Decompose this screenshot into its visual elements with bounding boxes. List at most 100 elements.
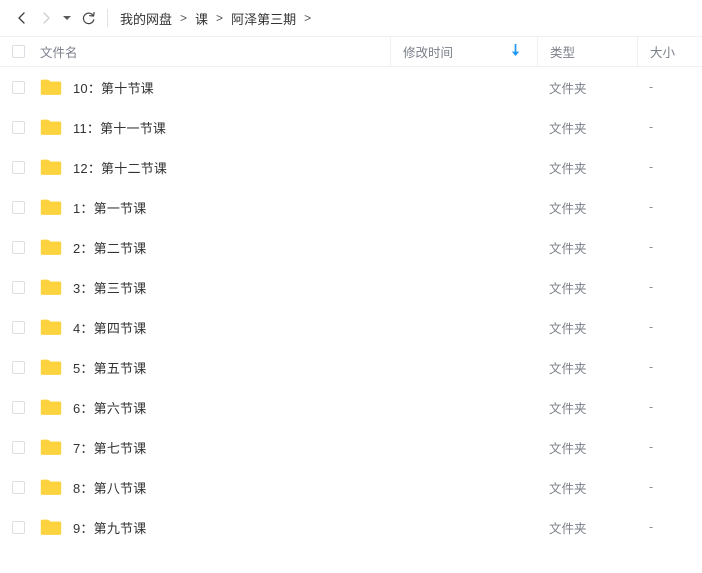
folder-icon [40,238,62,256]
row-select-cell [0,241,36,254]
row-checkbox[interactable] [12,481,25,494]
file-type-cell: 文件夹 [537,158,637,177]
file-name-cell[interactable]: 11：第十一节课 [36,118,390,137]
file-name-label: 5：第五节课 [73,358,146,377]
column-header-modified[interactable]: 修改时间 [390,36,537,67]
history-dropdown-button[interactable] [58,6,76,30]
select-all-checkbox[interactable] [12,45,25,58]
file-name-cell[interactable]: 9：第九节课 [36,518,390,537]
table-row[interactable]: 8：第八节课文件夹- [0,467,702,507]
file-name-cell[interactable]: 4：第四节课 [36,318,390,337]
file-size-cell: - [637,160,702,174]
table-row[interactable]: 2：第二节课 文件夹- [0,227,702,267]
row-checkbox[interactable] [12,321,25,334]
select-all-cell [0,45,36,58]
file-name-label: 8：第八节课 [73,478,146,497]
folder-icon [40,158,62,176]
column-header-modified-label: 修改时间 [403,42,453,61]
row-checkbox[interactable] [12,161,25,174]
file-size-cell: - [637,440,702,454]
column-header-size[interactable]: 大小 [637,36,702,67]
row-checkbox[interactable] [12,81,25,94]
caret-down-icon [63,16,71,20]
file-name-cell[interactable]: 12：第十二节课 [36,158,390,177]
file-type-cell: 文件夹 [537,358,637,377]
breadcrumb-item-current[interactable]: 阿泽第三期 [230,9,297,28]
folder-icon [40,318,62,336]
row-checkbox[interactable] [12,201,25,214]
file-type-cell: 文件夹 [537,238,637,257]
file-type-cell: 文件夹 [537,398,637,417]
file-name-label: 4：第四节课 [73,318,146,337]
file-size-cell: - [637,520,702,534]
sort-descending-button[interactable] [510,44,521,60]
file-list: 10：第十节课文件夹-11：第十一节课文件夹-12：第十二节课文件夹-1：第一节… [0,67,702,573]
folder-icon [40,398,62,416]
file-name-cell[interactable]: 7：第七节课 [36,438,390,457]
row-select-cell [0,281,36,294]
refresh-button[interactable] [76,6,100,30]
file-name-cell[interactable]: 5：第五节课 [36,358,390,377]
column-header-size-label: 大小 [650,42,675,61]
file-name-cell[interactable]: 6：第六节课 [36,398,390,417]
row-checkbox[interactable] [12,401,25,414]
breadcrumb-item-root[interactable]: 我的网盘 [119,9,173,28]
row-select-cell [0,401,36,414]
forward-button[interactable] [34,6,58,30]
navigation-toolbar: 我的网盘 > 课 > 阿泽第三期 > [0,0,702,36]
table-row[interactable]: 9：第九节课文件夹- [0,507,702,547]
file-name-cell[interactable]: 3：第三节课 [36,278,390,297]
file-name-label: 6：第六节课 [73,398,146,417]
row-select-cell [0,121,36,134]
breadcrumb-separator: > [216,11,223,25]
table-row[interactable]: 10：第十节课文件夹- [0,67,702,107]
file-name-cell[interactable]: 1：第一节课 [36,198,390,217]
column-header-type[interactable]: 类型 [537,36,637,67]
row-checkbox[interactable] [12,521,25,534]
file-type-cell: 文件夹 [537,478,637,497]
table-header-row: 文件名 修改时间 类型 大小 [0,36,702,67]
table-row[interactable]: 12：第十二节课 文件夹- [0,147,702,187]
table-row[interactable]: 7：第七节课 文件夹- [0,427,702,467]
table-row[interactable]: 1：第一节课文件夹- [0,187,702,227]
folder-icon [40,358,62,376]
file-size-cell: - [637,240,702,254]
row-checkbox[interactable] [12,281,25,294]
back-button[interactable] [10,6,34,30]
column-header-name[interactable]: 文件名 [36,42,390,61]
file-name-cell[interactable]: 8：第八节课 [36,478,390,497]
file-size-cell: - [637,80,702,94]
breadcrumb-separator: > [180,11,187,25]
file-type-cell: 文件夹 [537,278,637,297]
file-type-cell: 文件夹 [537,318,637,337]
row-checkbox[interactable] [12,441,25,454]
row-select-cell [0,441,36,454]
breadcrumb-item-ke[interactable]: 课 [194,9,209,28]
file-type-cell: 文件夹 [537,118,637,137]
file-name-label: 3：第三节课 [73,278,146,297]
row-checkbox[interactable] [12,121,25,134]
table-row[interactable]: 4：第四节课文件夹- [0,307,702,347]
folder-icon [40,438,62,456]
breadcrumb-separator-trailing: > [304,11,311,25]
table-row[interactable]: 6：第六节课 文件夹- [0,387,702,427]
row-checkbox[interactable] [12,241,25,254]
file-type-cell: 文件夹 [537,438,637,457]
folder-icon [40,118,62,136]
table-row[interactable]: 3：第三节课 文件夹- [0,267,702,307]
file-size-cell: - [637,360,702,374]
table-row[interactable]: 5：第五节课 文件夹- [0,347,702,387]
folder-icon [40,198,62,216]
folder-icon [40,278,62,296]
column-header-name-label: 文件名 [40,46,78,60]
file-table: 文件名 修改时间 类型 大小 10：第十节课文件夹-11：第十一节课文件夹-12… [0,36,702,573]
arrow-down-icon [510,44,521,60]
file-size-cell: - [637,280,702,294]
file-name-cell[interactable]: 2：第二节课 [36,238,390,257]
file-name-label: 7：第七节课 [73,438,146,457]
file-name-cell[interactable]: 10：第十节课 [36,78,390,97]
file-size-cell: - [637,400,702,414]
row-checkbox[interactable] [12,361,25,374]
table-row[interactable]: 11：第十一节课文件夹- [0,107,702,147]
row-select-cell [0,201,36,214]
